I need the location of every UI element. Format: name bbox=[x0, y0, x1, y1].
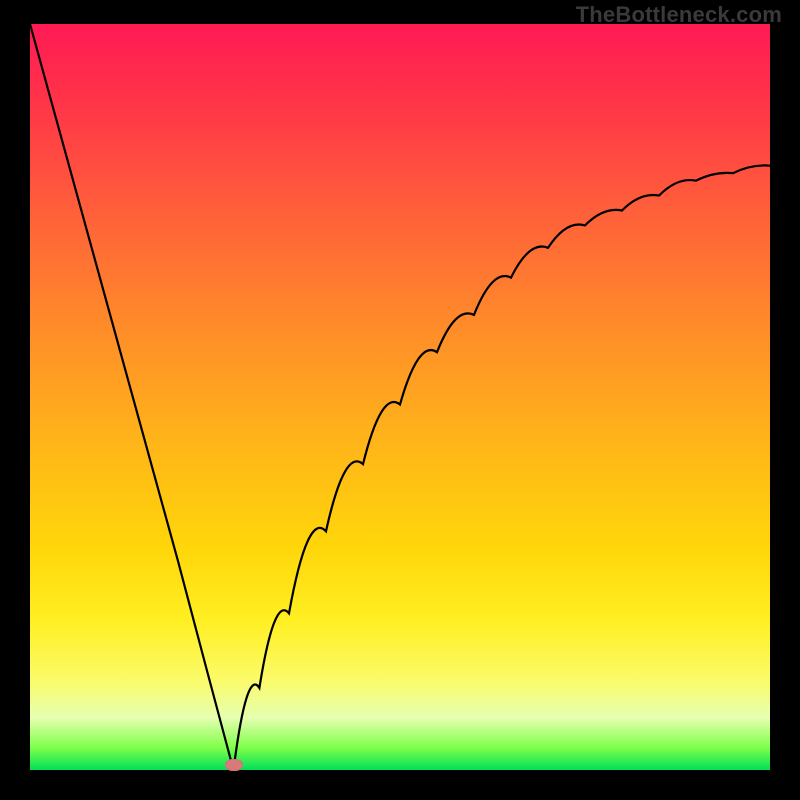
optimum-marker bbox=[225, 759, 243, 771]
bottleneck-curve bbox=[30, 24, 770, 770]
curve-svg bbox=[30, 24, 770, 770]
chart-frame: TheBottleneck.com bbox=[0, 0, 800, 800]
plot-area bbox=[30, 24, 770, 770]
